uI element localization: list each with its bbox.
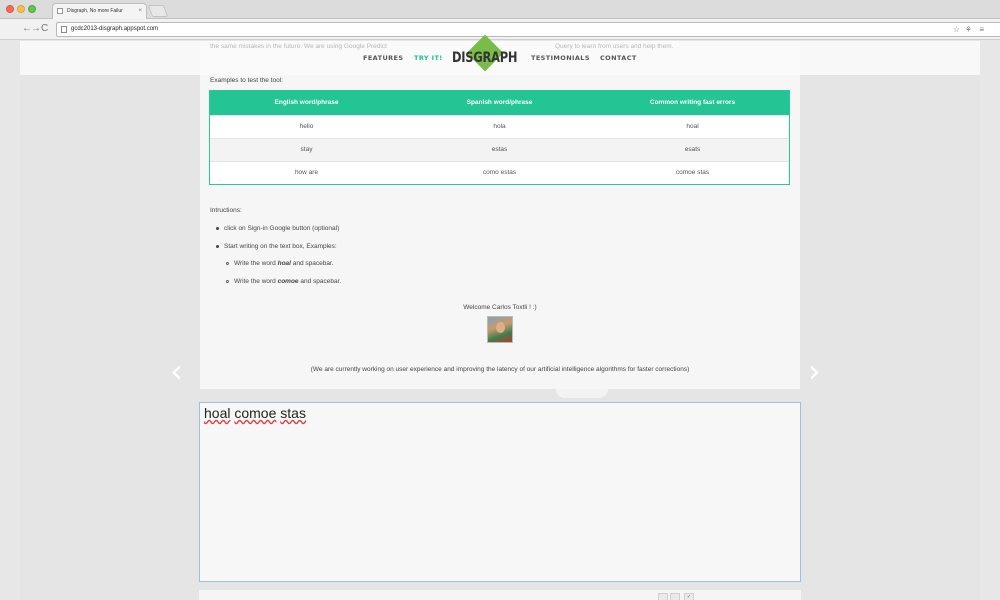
list-item-text: Write the word — [234, 260, 278, 267]
examples-table: English word/phrase Spanish word/phrase … — [209, 90, 790, 185]
bullet-icon — [226, 261, 229, 265]
sub-list-item: Write the word comoe and spacebar. — [226, 278, 341, 285]
table-cell: esats — [684, 146, 701, 153]
forward-arrow-icon[interactable]: → — [31, 22, 41, 36]
table-cell: comoe stas — [675, 169, 710, 176]
table-header: English word/phrase Spanish word/phrase … — [210, 91, 789, 115]
nav-testimonials-link[interactable]: TESTIMONIALS — [531, 54, 590, 62]
extension-icon[interactable]: ⚘ — [965, 23, 972, 36]
list-item-text: and spacebar. — [290, 260, 334, 267]
url-text: gcdc2013-disgraph.appspot.com — [71, 26, 159, 32]
column-header: Spanish word/phrase — [466, 99, 533, 106]
sub-list-item: Write the word hoal and spacebar. — [226, 260, 334, 267]
table-cell: estas — [491, 146, 508, 153]
table-cell: stay — [300, 146, 313, 153]
browser-tab-bar: Disgraph, No more Failur × — [0, 0, 1000, 19]
partial-intro-text: the same mistakes in the future. We are … — [210, 43, 387, 50]
status-note: (We are currently working on user experi… — [310, 366, 690, 373]
format-button[interactable] — [658, 593, 668, 600]
chevron-left-icon[interactable]: ‹ — [170, 355, 183, 387]
column-header: Common writing fast errors — [649, 99, 736, 106]
editor-bottom-bar — [199, 590, 801, 600]
list-item: click on Sign-in Google button (optional… — [216, 225, 339, 232]
nav-try-it-link[interactable]: TRY IT! — [414, 54, 443, 62]
format-button[interactable] — [670, 593, 680, 600]
bullet-icon — [216, 226, 219, 230]
chevron-right-icon[interactable]: › — [808, 355, 821, 387]
table-cell: como estas — [482, 169, 517, 176]
list-item-text: click on Sign-in Google button (optional… — [224, 225, 340, 232]
list-item-text: and spacebar. — [298, 278, 342, 285]
misspelled-word: hoal — [204, 405, 231, 421]
page-icon — [61, 26, 67, 33]
example-word: comoe — [277, 278, 299, 285]
maximize-window-button[interactable] — [28, 5, 36, 13]
user-avatar — [487, 316, 513, 343]
reload-icon[interactable]: C — [41, 22, 48, 36]
partial-intro-text: Query to learn from users and help them. — [555, 43, 674, 50]
table-cell: hello — [299, 123, 314, 130]
instructions-label: Intructions: — [210, 207, 242, 214]
nav-contact-link[interactable]: CONTACT — [600, 54, 637, 62]
tab-title: Disgraph, No more Failur — [67, 8, 123, 14]
misspelled-word: stas — [280, 405, 306, 421]
bookmark-star-icon[interactable]: ☆ — [953, 23, 960, 36]
welcome-message: Welcome Carlos Toxtli ! :) — [463, 304, 537, 311]
avatar-face — [496, 322, 505, 333]
nav-features-link[interactable]: FEATURES — [363, 54, 403, 62]
browser-toolbar: ← → C gcdc2013-disgraph.appspot.com ☆ ⚘ … — [0, 19, 1000, 40]
writing-textbox[interactable]: hoal comoe stas — [199, 402, 801, 582]
table-cell: how are — [294, 169, 319, 176]
tab-close-icon[interactable]: × — [138, 6, 142, 16]
table-row: hello hola hoal — [210, 115, 789, 138]
list-item-text: Start writing on the text box, Examples: — [224, 243, 337, 250]
example-word: hoal — [277, 260, 291, 267]
bullet-icon — [216, 244, 219, 248]
table-cell: hola — [493, 123, 506, 130]
address-bar[interactable]: gcdc2013-disgraph.appspot.com ☆ ⚘ ≡ — [56, 22, 1000, 37]
panel-tab-notch — [556, 389, 608, 398]
list-item-text: Write the word — [234, 278, 278, 285]
page-favicon-icon — [57, 8, 63, 14]
editor-content: hoal comoe stas — [204, 405, 306, 421]
browser-tab[interactable]: Disgraph, No more Failur × — [52, 3, 147, 19]
bullet-icon — [226, 279, 229, 283]
list-item: Start writing on the text box, Examples: — [216, 243, 337, 250]
close-window-button[interactable] — [6, 5, 14, 13]
check-icon[interactable]: ✓ — [684, 593, 694, 600]
browser-menu-icon[interactable]: ≡ — [979, 23, 984, 36]
misspelled-word: comoe — [234, 405, 277, 421]
site-logo[interactable]: DISGRAPH — [452, 50, 518, 66]
table-cell: hoal — [686, 123, 699, 130]
table-row: how are como estas comoe stas — [210, 161, 789, 184]
new-tab-button[interactable] — [147, 5, 169, 17]
examples-label: Examples to test the tool: — [210, 77, 283, 84]
table-row: stay estas esats — [210, 138, 789, 161]
minimize-window-button[interactable] — [17, 5, 25, 13]
column-header: English word/phrase — [274, 99, 339, 106]
